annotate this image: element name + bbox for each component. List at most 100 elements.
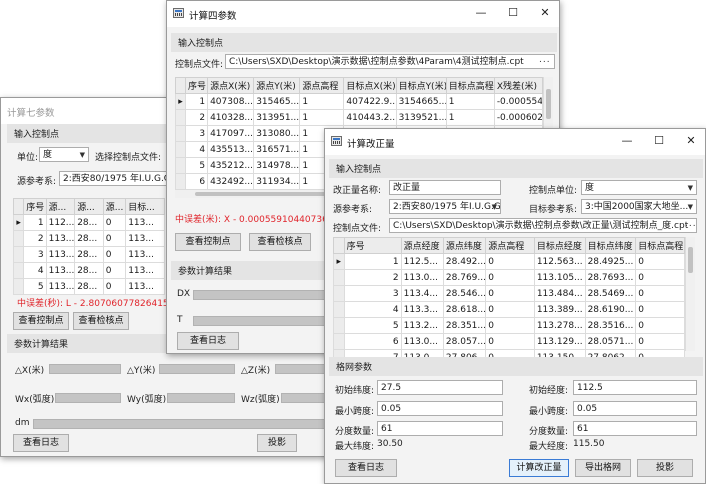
table-cell[interactable]: 113...	[45, 262, 76, 279]
view-control-points-button[interactable]: 查看控制点	[175, 233, 241, 251]
table-cell[interactable]: 0	[102, 246, 127, 263]
control-point-grid[interactable]: 序号 源点经度 源点纬度 源点高程 目标点经度 目标点纬度 目标点高程 ▸ 1 112.5...…	[333, 237, 685, 366]
src-ref-combo[interactable]: 2:西安80/1975 年I.U.G.G. ▼	[389, 199, 501, 214]
maximize-button[interactable]: ☐	[505, 6, 521, 20]
table-cell[interactable]: 28...	[74, 214, 104, 231]
table-cell[interactable]: 0	[635, 301, 685, 318]
row-header[interactable]	[333, 269, 345, 286]
minimize-button[interactable]: —	[619, 134, 635, 148]
init-lat-field[interactable]: 27.5	[377, 380, 503, 395]
table-cell[interactable]: 0	[485, 285, 535, 302]
column-header[interactable]: X残差(米)	[493, 77, 544, 94]
table-cell[interactable]: 112.5...	[400, 253, 444, 270]
table-cell[interactable]: 28.7693...	[584, 269, 637, 286]
table-cell[interactable]: 113...	[45, 230, 76, 247]
corr-name-field[interactable]: 改正量	[389, 180, 501, 195]
column-header[interactable]: 源点X(米)	[207, 77, 255, 94]
table-cell[interactable]: 0	[485, 269, 535, 286]
column-header[interactable]: 源...	[102, 198, 127, 215]
table-cell[interactable]: 113.484...	[533, 285, 586, 302]
table-cell[interactable]: 315465...	[253, 93, 301, 110]
table-cell[interactable]: 3	[23, 246, 47, 263]
table-cell[interactable]: 0	[485, 317, 535, 334]
table-cell[interactable]: 0	[485, 333, 535, 350]
view-log-button[interactable]: 查看日志	[13, 434, 69, 452]
table-row[interactable]: 3 113... 28... 0 113...	[12, 246, 165, 263]
table-cell[interactable]: 3139521...	[395, 109, 447, 126]
column-header[interactable]: 目标点X(米)	[343, 77, 397, 94]
table-cell[interactable]: 113.4...	[400, 285, 444, 302]
table-cell[interactable]: 113...	[125, 278, 165, 295]
table-cell[interactable]: 0	[485, 253, 535, 270]
column-header[interactable]: 目标点高程	[445, 77, 495, 94]
scroll-thumb[interactable]	[688, 247, 693, 273]
table-cell[interactable]: 316571...	[253, 141, 301, 158]
table-row[interactable]: ▸ 1 407308... 315465... 1 407422.9... 3154665.…	[174, 93, 544, 110]
table-cell[interactable]: 410328...	[207, 109, 255, 126]
table-cell[interactable]: 28.4925...	[584, 253, 637, 270]
table-cell[interactable]: 313951...	[253, 109, 301, 126]
table-cell[interactable]: 113.278...	[533, 317, 586, 334]
table-cell[interactable]: 313080...	[253, 125, 301, 142]
table-cell[interactable]: 4	[185, 141, 209, 158]
column-header[interactable]: 源点经度	[400, 237, 444, 254]
table-cell[interactable]: 0	[635, 333, 685, 350]
table-cell[interactable]: -0.000602	[493, 109, 544, 126]
table-cell[interactable]: 1	[343, 253, 402, 270]
browse-file-button[interactable]: ...	[685, 219, 697, 229]
column-header[interactable]: 源点Y(米)	[253, 77, 301, 94]
row-header[interactable]	[12, 262, 25, 279]
row-header[interactable]	[333, 285, 345, 302]
src-ref-combo[interactable]: 2:西安80/1975 年I.U.G.G.	[59, 171, 169, 186]
table-cell[interactable]: 1	[299, 93, 345, 110]
project-button[interactable]: 投影	[257, 434, 297, 452]
row-header[interactable]	[174, 157, 187, 174]
table-cell[interactable]: 113...	[45, 278, 76, 295]
control-point-grid[interactable]: 序号 源... 源... 源... 目标... ▸ 1 112... 28... 0 113...…	[12, 198, 165, 295]
view-control-points-button[interactable]: 查看控制点	[13, 312, 69, 330]
table-row[interactable]: 4 113... 28... 0 113...	[12, 262, 165, 279]
close-button[interactable]: ✕	[683, 134, 699, 148]
table-cell[interactable]: 1	[23, 214, 47, 231]
table-cell[interactable]: 311934...	[253, 173, 301, 190]
lat-div-field[interactable]: 61	[377, 421, 503, 436]
init-lon-field[interactable]: 112.5	[573, 380, 697, 395]
table-cell[interactable]: 112.563...	[533, 253, 586, 270]
table-cell[interactable]: 407422.9...	[343, 93, 397, 110]
table-cell[interactable]: 5	[343, 317, 402, 334]
current-row-indicator[interactable]: ▸	[174, 93, 187, 110]
column-header[interactable]: 序号	[185, 77, 209, 94]
table-cell[interactable]: 6	[185, 173, 209, 190]
table-row[interactable]: ▸ 1 112.5... 28.492... 0 112.563... 28.4925...…	[333, 253, 685, 270]
table-cell[interactable]: 314978...	[253, 157, 301, 174]
table-cell[interactable]: 28.5469...	[584, 285, 637, 302]
table-cell[interactable]: 0	[102, 278, 127, 295]
table-row[interactable]: 2 410328... 313951... 1 410443.2... 3139521..…	[174, 109, 544, 126]
row-header[interactable]	[174, 173, 187, 190]
table-cell[interactable]: 113.2...	[400, 317, 444, 334]
table-cell[interactable]: 2	[185, 109, 209, 126]
table-cell[interactable]: 113.105...	[533, 269, 586, 286]
column-header[interactable]: 目标点Y(米)	[395, 77, 447, 94]
row-header[interactable]	[333, 317, 345, 334]
row-header[interactable]	[174, 125, 187, 142]
table-cell[interactable]: 417097...	[207, 125, 255, 142]
row-header[interactable]	[12, 278, 25, 295]
table-cell[interactable]: 0	[635, 317, 685, 334]
export-grid-button[interactable]: 导出格网	[575, 459, 631, 477]
table-cell[interactable]: 113...	[125, 246, 165, 263]
table-cell[interactable]: 5	[23, 278, 47, 295]
table-cell[interactable]: 28...	[74, 246, 104, 263]
table-cell[interactable]: 113.389...	[533, 301, 586, 318]
grid-vertical-scrollbar[interactable]	[685, 237, 695, 351]
table-cell[interactable]: 1	[445, 109, 495, 126]
row-header[interactable]	[174, 141, 187, 158]
table-cell[interactable]: 28.492...	[442, 253, 487, 270]
table-cell[interactable]: 0	[102, 230, 127, 247]
row-header[interactable]	[174, 109, 187, 126]
table-row[interactable]: 5 113.2... 28.351... 0 113.278... 28.3516... 0	[333, 317, 685, 334]
table-row[interactable]: ▸ 1 112... 28... 0 113...	[12, 214, 165, 231]
table-cell[interactable]: 407308...	[207, 93, 255, 110]
table-cell[interactable]: 1	[185, 93, 209, 110]
table-cell[interactable]: 113.129...	[533, 333, 586, 350]
